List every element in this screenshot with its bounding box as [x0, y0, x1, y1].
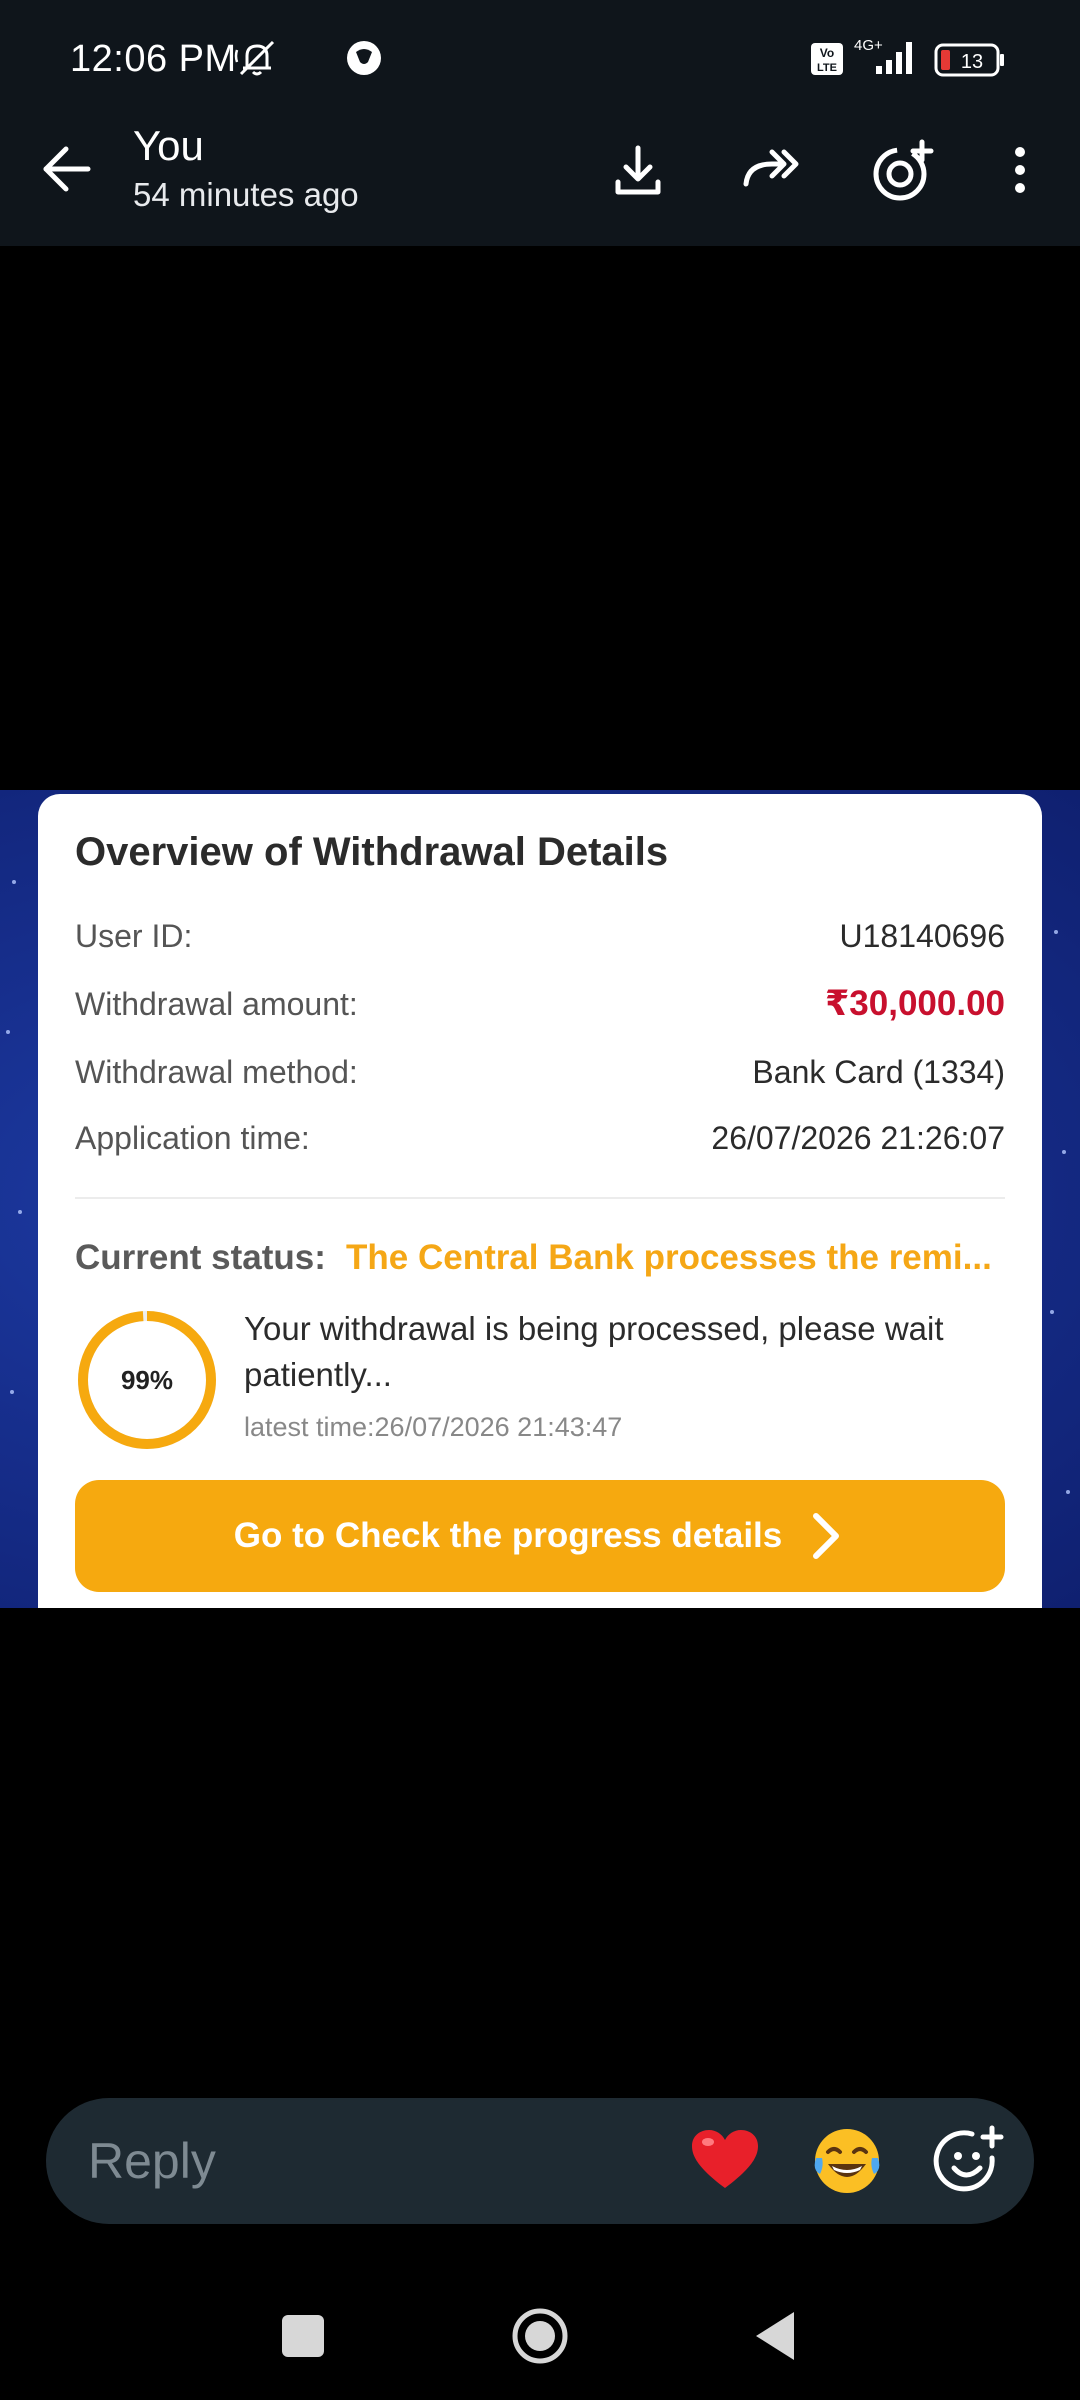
bell-muted-icon [234, 40, 275, 76]
add-status-camera-icon[interactable] [870, 138, 934, 202]
add-reaction-icon[interactable] [932, 2124, 1006, 2198]
progress-percent: 99% [120, 1365, 174, 1395]
posted-time: 54 minutes ago [133, 176, 359, 213]
svg-text:Vo: Vo [820, 46, 834, 60]
svg-text:LTE: LTE [817, 62, 837, 74]
application-time-row: Application time: 26/07/2026 21:26:07 [75, 1120, 1005, 1166]
status-bar: 12:06 PM Vo LTE 4G+ 13 [0, 0, 1080, 118]
battery-icon: 13 [934, 43, 1006, 77]
card-title: Overview of Withdrawal Details [75, 830, 669, 874]
user-id-value: U18140696 [839, 918, 1005, 954]
volte-icon: Vo LTE [810, 42, 844, 76]
recents-button[interactable] [282, 2315, 324, 2357]
withdrawal-method-label: Withdrawal method: [75, 1054, 358, 1090]
withdrawal-amount-label: Withdrawal amount: [75, 986, 358, 1022]
check-progress-label: Go to Check the progress details [233, 1516, 783, 1555]
more-options-icon[interactable] [988, 138, 1052, 202]
withdrawal-amount-row: Withdrawal amount: ₹30,000.00 [75, 984, 1005, 1032]
back-arrow-icon[interactable] [38, 140, 96, 198]
withdrawal-method-value: Bank Card (1334) [752, 1054, 1005, 1090]
home-button[interactable] [510, 2306, 570, 2366]
application-time-value: 26/07/2026 21:26:07 [711, 1120, 1005, 1156]
latest-time: latest time:26/07/2026 21:43:47 [244, 1412, 623, 1442]
current-status-label: Current status: [75, 1238, 326, 1277]
current-status-value: The Central Bank processes the remi... [346, 1238, 992, 1277]
heart-reaction-icon[interactable] [688, 2124, 762, 2198]
user-id-row: User ID: U18140696 [75, 918, 1005, 964]
signal-icon: 4G+ [854, 37, 912, 74]
battery-level: 13 [961, 51, 983, 73]
system-back-button[interactable] [754, 2310, 796, 2362]
withdrawal-method-row: Withdrawal method: Bank Card (1334) [75, 1054, 1005, 1100]
reply-input[interactable] [88, 2128, 668, 2194]
withdrawal-details-card: Overview of Withdrawal Details User ID: … [38, 794, 1042, 1608]
app-notification-icon [347, 41, 381, 75]
forward-icon[interactable] [738, 138, 802, 202]
chevron-right-icon [813, 1513, 840, 1559]
laughing-tears-reaction-icon[interactable] [810, 2124, 884, 2198]
network-type: 4G+ [854, 37, 883, 54]
story-header: You 54 minutes ago [0, 118, 1080, 246]
withdrawal-amount-value: ₹30,000.00 [824, 984, 1005, 1023]
reply-bar [46, 2098, 1034, 2224]
user-id-label: User ID: [75, 918, 193, 954]
status-time: 12:06 PM [70, 38, 237, 80]
processing-message: Your withdrawal is being processed, plea… [244, 1310, 944, 1393]
check-progress-button[interactable]: Go to Check the progress details [75, 1480, 1005, 1592]
application-time-label: Application time: [75, 1120, 310, 1156]
download-icon[interactable] [606, 138, 670, 202]
divider [75, 1197, 1005, 1199]
contact-name: You [133, 122, 204, 169]
